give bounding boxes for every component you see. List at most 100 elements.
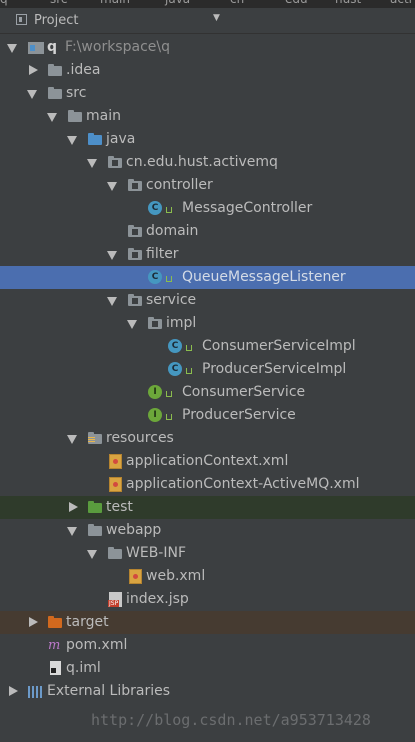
lock-icon	[186, 368, 192, 374]
tree-node-application-context-activemq[interactable]: applicationContext-ActiveMQ.xml	[0, 473, 415, 496]
lock-icon	[166, 414, 172, 420]
expand-arrow-icon[interactable]	[47, 113, 57, 122]
tree-node-consumer-service[interactable]: I ConsumerService	[0, 381, 415, 404]
tree-label: service	[146, 292, 197, 308]
tree-label: webapp	[106, 522, 162, 538]
tree-node-producer-service[interactable]: I ProducerService	[0, 404, 415, 427]
lock-icon	[166, 276, 172, 282]
tree-node-idea[interactable]: .idea	[0, 59, 415, 82]
interface-icon: I	[148, 385, 162, 399]
project-panel-title[interactable]: Project	[34, 13, 78, 28]
expand-arrow-icon[interactable]	[67, 527, 77, 536]
expand-arrow-icon[interactable]	[87, 550, 97, 559]
tree-node-pom-xml[interactable]: m pom.xml	[0, 634, 415, 657]
folder-icon	[48, 64, 62, 76]
chevron-down-icon[interactable]: ▼	[213, 13, 220, 23]
tree-node-java[interactable]: java	[0, 128, 415, 151]
tree-node-test[interactable]: test	[0, 496, 415, 519]
expand-arrow-icon[interactable]	[27, 90, 37, 99]
tree-node-q-iml[interactable]: q.iml	[0, 657, 415, 680]
iml-file-icon	[50, 661, 61, 675]
tree-label: cn.edu.hust.activemq	[126, 154, 278, 170]
folder-icon	[88, 524, 102, 536]
resources-folder-icon	[88, 432, 102, 444]
tree-node-consumer-service-impl[interactable]: C ConsumerServiceImpl	[0, 335, 415, 358]
breadcrumb-cn[interactable]: cn	[230, 0, 244, 6]
watermark: http://blog.csdn.net/a953713428	[91, 711, 371, 729]
tree-node-web-xml[interactable]: web.xml	[0, 565, 415, 588]
tree-node-service[interactable]: service	[0, 289, 415, 312]
tree-node-application-context[interactable]: applicationContext.xml	[0, 450, 415, 473]
interface-icon: I	[148, 408, 162, 422]
collapse-arrow-icon[interactable]	[29, 65, 38, 75]
tree-label: MessageController	[182, 200, 313, 216]
breadcrumb-hust[interactable]: hust	[335, 0, 361, 6]
tree-node-domain[interactable]: domain	[0, 220, 415, 243]
tree-node-filter[interactable]: filter	[0, 243, 415, 266]
tree-label: .idea	[66, 62, 101, 78]
maven-icon: m	[48, 638, 61, 653]
tree-label: test	[106, 499, 133, 515]
tree-label: resources	[106, 430, 174, 446]
xml-file-icon	[109, 477, 122, 492]
tree-node-producer-service-impl[interactable]: C ProducerServiceImpl	[0, 358, 415, 381]
breadcrumb-main[interactable]: main	[100, 0, 130, 6]
lock-icon	[166, 391, 172, 397]
package-icon	[128, 294, 142, 306]
tree-node-controller[interactable]: controller	[0, 174, 415, 197]
tree-label: web.xml	[146, 568, 206, 584]
breadcrumb-src[interactable]: src	[50, 0, 68, 6]
package-icon	[108, 156, 122, 168]
tree-node-resources[interactable]: resources	[0, 427, 415, 450]
module-icon	[28, 42, 44, 54]
folder-icon	[108, 547, 122, 559]
tree-node-webapp[interactable]: webapp	[0, 519, 415, 542]
tree-node-src[interactable]: src	[0, 82, 415, 105]
source-folder-icon	[88, 133, 102, 145]
breadcrumb-edu[interactable]: edu	[285, 0, 308, 6]
lock-icon	[186, 345, 192, 351]
tree-node-index-jsp[interactable]: index.jsp	[0, 588, 415, 611]
tree-label: filter	[146, 246, 179, 262]
collapse-arrow-icon[interactable]	[69, 502, 78, 512]
tree-label: ConsumerService	[182, 384, 306, 400]
tree-label: WEB-INF	[126, 545, 186, 561]
class-icon: C	[148, 270, 162, 284]
expand-arrow-icon[interactable]	[107, 182, 117, 191]
expand-arrow-icon[interactable]	[107, 251, 117, 260]
project-path: F:\workspace\q	[65, 39, 170, 55]
tree-label: applicationContext-ActiveMQ.xml	[126, 476, 360, 492]
breadcrumb-java[interactable]: java	[165, 0, 190, 6]
tree-node-q[interactable]: q F:\workspace\q	[0, 36, 415, 59]
tree-label: pom.xml	[66, 637, 128, 653]
tree-label: ProducerService	[182, 407, 296, 423]
editor-breadcrumb-strip: q src main java cn edu hust acti	[0, 0, 415, 8]
collapse-arrow-icon[interactable]	[29, 617, 38, 627]
tree-node-package-activemq[interactable]: cn.edu.hust.activemq	[0, 151, 415, 174]
tree-label: src	[66, 85, 87, 101]
expand-arrow-icon[interactable]	[7, 44, 17, 53]
tree-label: main	[86, 108, 121, 124]
tree-node-external-libraries[interactable]: External Libraries	[0, 680, 415, 703]
expand-arrow-icon[interactable]	[107, 297, 117, 306]
expand-arrow-icon[interactable]	[87, 159, 97, 168]
xml-file-icon	[109, 454, 122, 469]
expand-arrow-icon[interactable]	[67, 136, 77, 145]
tree-node-target[interactable]: target	[0, 611, 415, 634]
tree-node-queue-message-listener[interactable]: C QueueMessageListener	[0, 266, 415, 289]
tree-label: impl	[166, 315, 197, 331]
tree-node-message-controller[interactable]: C MessageController	[0, 197, 415, 220]
breadcrumb-acti[interactable]: acti	[390, 0, 412, 6]
tree-node-main[interactable]: main	[0, 105, 415, 128]
package-icon	[128, 179, 142, 191]
package-icon	[148, 317, 162, 329]
expand-arrow-icon[interactable]	[67, 435, 77, 444]
tree-label: ProducerServiceImpl	[202, 361, 347, 377]
breadcrumb-q[interactable]: q	[0, 0, 8, 6]
test-folder-icon	[88, 501, 102, 513]
package-icon	[128, 248, 142, 260]
collapse-arrow-icon[interactable]	[9, 686, 18, 696]
expand-arrow-icon[interactable]	[127, 320, 137, 329]
tree-node-impl[interactable]: impl	[0, 312, 415, 335]
tree-node-web-inf[interactable]: WEB-INF	[0, 542, 415, 565]
